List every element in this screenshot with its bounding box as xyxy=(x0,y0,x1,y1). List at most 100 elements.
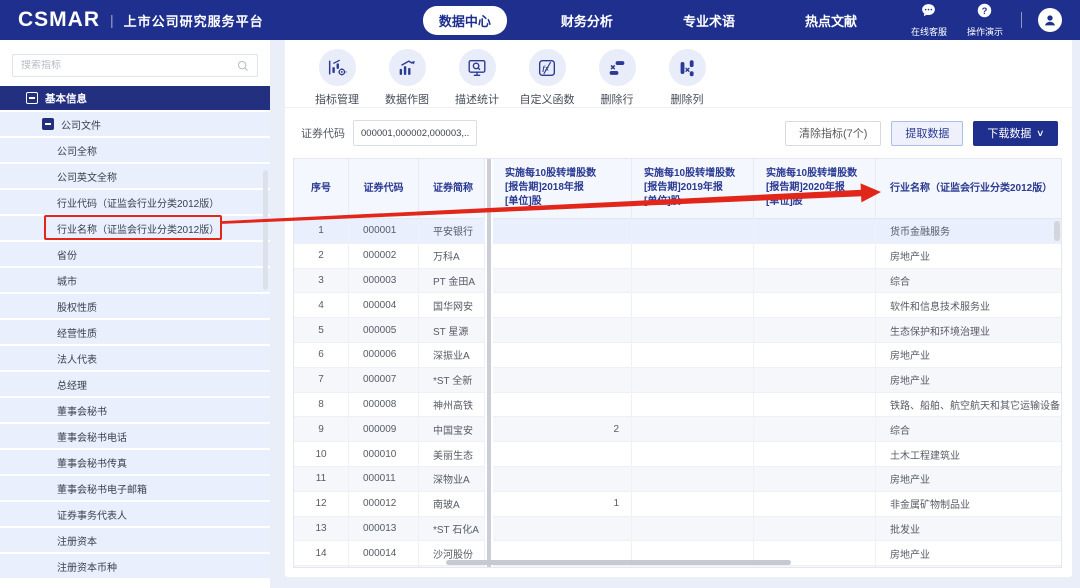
table-row: 3000003PT 金田A综合 xyxy=(294,269,1061,294)
tool-delete-row[interactable]: 删除行 xyxy=(587,49,647,107)
table-cell: ST 星源 xyxy=(419,318,485,342)
table-cell: 深振业A xyxy=(419,343,485,367)
table-cell xyxy=(493,442,632,466)
sidebar-item-label: 总经理 xyxy=(57,377,87,392)
sidebar-item-8[interactable]: 城市 xyxy=(0,268,270,292)
action-buttons: 清除指标(7个) 提取数据 下载数据 ∨ xyxy=(785,121,1058,146)
table-cell xyxy=(754,393,876,417)
sidebar-item-11[interactable]: 法人代表 xyxy=(0,346,270,370)
tool-label: 描述统计 xyxy=(455,91,499,107)
table-cell: 8 xyxy=(294,393,349,417)
table-row: 13000013*ST 石化A批发业 xyxy=(294,517,1061,542)
table-cell xyxy=(632,219,754,243)
sidebar-item-18[interactable]: 注册资本 xyxy=(0,528,270,552)
table-cell xyxy=(632,442,754,466)
table-cell xyxy=(632,566,754,568)
table-cell: 000003 xyxy=(349,269,419,293)
sidebar-item-7[interactable]: 省份 xyxy=(0,242,270,266)
table-cell: 000013 xyxy=(349,517,419,541)
tool-label: 删除行 xyxy=(601,91,634,107)
sidebar-item-14[interactable]: 董事会秘书电话 xyxy=(0,424,270,448)
indicator-manage-icon xyxy=(319,49,356,86)
table-cell: 14 xyxy=(294,541,349,565)
horizontal-scrollbar[interactable] xyxy=(446,560,791,565)
security-code-input[interactable] xyxy=(353,120,477,146)
table-cell xyxy=(493,467,632,491)
tool-descriptive-stats[interactable]: 描述统计 xyxy=(447,49,507,107)
sidebar-item-label: 董事会秘书 xyxy=(57,403,107,418)
sidebar-item-19[interactable]: 注册资本币种 xyxy=(0,554,270,578)
table-row: 1000001平安银行货币金融服务 xyxy=(294,219,1061,244)
util-divider xyxy=(1021,12,1022,28)
sidebar-scrollbar[interactable] xyxy=(263,170,268,290)
search-icon xyxy=(237,60,249,72)
table-cell: 10 xyxy=(294,442,349,466)
sidebar-item-6[interactable]: 行业名称（证监会行业分类2012版） xyxy=(0,216,270,240)
query-bar: 证券代码 清除指标(7个) 提取数据 下载数据 ∨ xyxy=(285,108,1072,158)
sidebar-item-5[interactable]: 行业代码（证监会行业分类2012版） xyxy=(0,190,270,214)
table-cell xyxy=(876,566,1061,568)
csmar-logo: CSMAR xyxy=(18,8,100,32)
table-cell: 000007 xyxy=(349,368,419,392)
table-header: 序号证券代码证券简称实施每10股转增股数 [报告期]2018年报 [单位]股实施… xyxy=(294,159,1061,219)
tool-custom-function[interactable]: fx自定义函数 xyxy=(517,49,577,107)
table-cell xyxy=(493,566,632,568)
table-cell xyxy=(493,393,632,417)
collapse-minus-icon[interactable] xyxy=(26,92,38,104)
search-box xyxy=(12,54,258,77)
sidebar-item-3[interactable]: 公司全称 xyxy=(0,138,270,162)
download-data-button[interactable]: 下载数据 ∨ xyxy=(973,121,1058,146)
sidebar-item-4[interactable]: 公司英文全称 xyxy=(0,164,270,188)
table-cell: 000012 xyxy=(349,492,419,516)
table-cell xyxy=(493,318,632,342)
tool-data-plot[interactable]: 数据作图 xyxy=(377,49,437,107)
table-cell: 国华网安 xyxy=(419,293,485,317)
sidebar-item-15[interactable]: 董事会秘书传真 xyxy=(0,450,270,474)
table-cell: 土木工程建筑业 xyxy=(876,442,1061,466)
collapse-minus-icon[interactable] xyxy=(42,118,54,130)
sidebar-item-2[interactable]: 公司文件 xyxy=(0,112,270,136)
table-row: 6000006深振业A房地产业 xyxy=(294,343,1061,368)
table-cell: 000011 xyxy=(349,467,419,491)
table-cell xyxy=(754,517,876,541)
tool-delete-column[interactable]: 删除列 xyxy=(657,49,717,107)
column-header-5: 实施每10股转增股数 [报告期]2019年报 [单位]股 xyxy=(632,159,754,218)
tool-indicator-manage[interactable]: 指标管理 xyxy=(307,49,367,107)
sidebar-item-label: 股权性质 xyxy=(57,299,97,314)
nav-item-1[interactable]: 数据中心 xyxy=(423,6,507,35)
data-table: 序号证券代码证券简称实施每10股转增股数 [报告期]2018年报 [单位]股实施… xyxy=(293,158,1062,568)
data-toolbar: 指标管理 数据作图描述统计 fx自定义函数删除行 删除列 xyxy=(307,49,717,107)
nav-item-4[interactable]: 热点文献 xyxy=(789,6,873,35)
vertical-scrollbar[interactable] xyxy=(1054,221,1060,241)
sidebar-item-13[interactable]: 董事会秘书 xyxy=(0,398,270,422)
table-cell: 2 xyxy=(294,244,349,268)
nav-item-2[interactable]: 财务分析 xyxy=(545,6,629,35)
table-cell xyxy=(632,393,754,417)
sidebar-item-12[interactable]: 总经理 xyxy=(0,372,270,396)
table-cell: 万科A xyxy=(419,244,485,268)
sidebar-item-label: 董事会秘书传真 xyxy=(57,455,127,470)
search-input[interactable] xyxy=(21,60,237,71)
sidebar-item-16[interactable]: 董事会秘书电子邮箱 xyxy=(0,476,270,500)
sidebar-item-10[interactable]: 经营性质 xyxy=(0,320,270,344)
table-cell: 综合 xyxy=(876,417,1061,441)
top-header-bar: CSMAR | 上市公司研究服务平台 数据中心财务分析专业术语热点文献 在线客服… xyxy=(0,0,1080,40)
table-cell: 2 xyxy=(493,417,632,441)
nav-item-3[interactable]: 专业术语 xyxy=(667,6,751,35)
table-cell: 中国宝安 xyxy=(419,417,485,441)
tool-label: 指标管理 xyxy=(315,91,359,107)
table-cell: 综合 xyxy=(876,269,1061,293)
table-cell xyxy=(632,293,754,317)
sidebar-item-label: 公司全称 xyxy=(57,143,97,158)
column-header-1: 序号 xyxy=(294,159,349,218)
sidebar-item-label: 公司文件 xyxy=(61,117,101,132)
util-chat[interactable]: 在线客服 xyxy=(911,2,947,38)
clear-indicators-button[interactable]: 清除指标(7个) xyxy=(785,121,881,146)
frozen-column-scrollbar[interactable] xyxy=(485,159,493,567)
sidebar-item-1[interactable]: 基本信息 xyxy=(0,86,270,110)
sidebar-item-9[interactable]: 股权性质 xyxy=(0,294,270,318)
util-question[interactable]: ?操作演示 xyxy=(967,2,1003,38)
extract-data-button[interactable]: 提取数据 xyxy=(891,121,963,146)
sidebar-item-17[interactable]: 证券事务代表人 xyxy=(0,502,270,526)
user-avatar[interactable] xyxy=(1038,8,1062,32)
